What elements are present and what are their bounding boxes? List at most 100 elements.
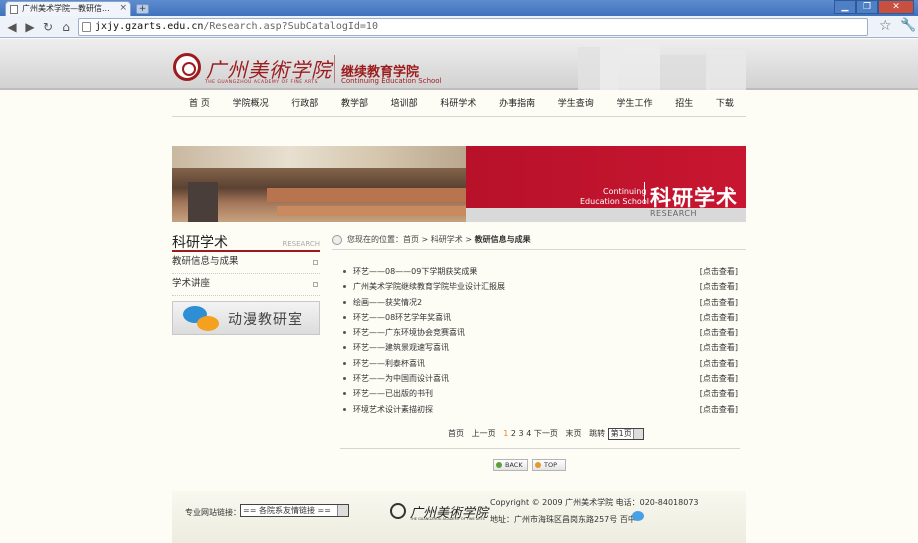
article-title[interactable]: 环艺——已出版的书刊 <box>353 386 433 401</box>
bullet-icon <box>343 377 346 381</box>
article-title[interactable]: 环艺——广东环境协会竞赛喜讯 <box>353 325 465 340</box>
stat-counter-icon[interactable] <box>632 511 644 521</box>
list-item[interactable]: 环艺——已出版的书刊 [点击查看] <box>340 386 740 401</box>
page-icon <box>82 22 91 32</box>
footer-address-text: 地址：广州市海珠区昌岗东路257号 <box>490 515 618 524</box>
breadcrumb: 您现在的位置：首页 > 科研学术 > 教研信息与成果 <box>332 232 746 250</box>
list-item[interactable]: 环艺——建筑景观速写喜讯 [点击查看] <box>340 340 740 355</box>
menu-item-student-query[interactable]: 学生查询 <box>558 93 594 115</box>
view-link[interactable]: [点击查看] <box>700 325 738 340</box>
site-footer: 专业网站链接： == 各院系友情链接 == 广州美術学院 THE GUANGZH… <box>172 491 746 543</box>
menu-item-student-work[interactable]: 学生工作 <box>616 93 652 115</box>
browser-chrome: 广州美术学院—教研信... × + ▁ ❐ ✕ ◀ ▶ ↻ ⌂ jxjy.gza… <box>0 0 918 38</box>
view-link[interactable]: [点击查看] <box>700 402 738 417</box>
list-item[interactable]: 环艺——广东环境协会竞赛喜讯 [点击查看] <box>340 325 740 340</box>
list-item[interactable]: 环艺——08环艺学年奖喜讯 [点击查看] <box>340 310 740 325</box>
view-link[interactable]: [点击查看] <box>700 310 738 325</box>
friend-links-select[interactable]: == 各院系友情链接 == <box>240 504 349 517</box>
list-item[interactable]: 广州美术学院继续教育学院毕业设计汇报展 [点击查看] <box>340 279 740 294</box>
animation-lab-button[interactable]: 动漫教研室 <box>172 301 320 335</box>
wrench-icon[interactable]: 🔧 <box>900 18 916 33</box>
view-link[interactable]: [点击查看] <box>700 340 738 355</box>
menu-item-download[interactable]: 下载 <box>716 93 734 115</box>
back-button[interactable]: BACK <box>493 459 528 471</box>
address-bar[interactable]: jxjy.gzarts.edu.cn/Research.asp?SubCatal… <box>78 18 868 36</box>
back-button-label: BACK <box>505 461 523 469</box>
menu-item-research[interactable]: 科研学术 <box>440 93 476 115</box>
banner-sub-strip: RESEARCH <box>466 208 746 222</box>
pager-last[interactable]: 末页 <box>565 429 581 438</box>
back-icon[interactable]: ◀ <box>4 19 20 35</box>
animation-lab-label: 动漫教研室 <box>228 312 303 328</box>
menu-item-admin[interactable]: 行政部 <box>291 93 318 115</box>
list-item[interactable]: 环艺——为中国而设计喜讯 [点击查看] <box>340 371 740 386</box>
sidebar-item-label: 教研信息与成果 <box>172 256 239 267</box>
classroom-photo <box>172 146 466 222</box>
bullet-icon <box>343 270 346 273</box>
pager-next[interactable]: 下一页 <box>534 429 558 438</box>
article-title[interactable]: 环艺——为中国而设计喜讯 <box>353 371 449 386</box>
view-link[interactable]: [点击查看] <box>700 371 738 386</box>
school-name-en: Continuing Education School <box>341 77 442 85</box>
page-select[interactable]: 第1页 <box>607 427 644 440</box>
list-item[interactable]: 绘画——获奖情况2 [点击查看] <box>340 295 740 310</box>
pager-prev[interactable]: 上一页 <box>472 429 496 438</box>
article-title[interactable]: 环艺——建筑景观速写喜讯 <box>353 340 449 355</box>
view-link[interactable]: [点击查看] <box>700 264 738 279</box>
article-title[interactable]: 环艺——利泰杯喜讯 <box>353 356 425 371</box>
forward-icon[interactable]: ▶ <box>22 19 38 35</box>
menu-item-guide[interactable]: 办事指南 <box>499 93 535 115</box>
pager-current: 1 <box>503 429 509 438</box>
article-title[interactable]: 环艺——08——09下学期获奖成果 <box>353 264 477 279</box>
bullet-icon <box>343 346 346 350</box>
expand-square-icon <box>313 282 318 287</box>
home-icon[interactable]: ⌂ <box>58 19 74 35</box>
sidebar-title: 科研学术 RESEARCH <box>172 232 320 252</box>
list-item[interactable]: 环艺——利泰杯喜讯 [点击查看] <box>340 356 740 371</box>
reload-icon[interactable]: ↻ <box>40 19 56 35</box>
view-link[interactable]: [点击查看] <box>700 356 738 371</box>
menu-item-admission[interactable]: 招生 <box>675 93 693 115</box>
banner-en-line1: Continuing <box>603 187 647 196</box>
bullet-icon <box>343 392 346 396</box>
sidebar-item-research-results[interactable]: 教研信息与成果 <box>172 252 320 274</box>
menu-item-home[interactable]: 首 页 <box>189 93 210 115</box>
list-item[interactable]: 环艺——08——09下学期获奖成果 [点击查看] <box>340 264 740 279</box>
view-link[interactable]: [点击查看] <box>700 386 738 401</box>
sidebar-item-lectures[interactable]: 学术讲座 <box>172 274 320 296</box>
article-title[interactable]: 广州美术学院继续教育学院毕业设计汇报展 <box>353 279 505 294</box>
article-title[interactable]: 环艺——08环艺学年奖喜讯 <box>353 310 451 325</box>
pager-pages[interactable]: 2 3 4 <box>511 429 531 438</box>
footer-address: 地址：广州市海珠区昌岗东路257号 百中 <box>490 514 636 525</box>
menu-item-teaching[interactable]: 教学部 <box>341 93 368 115</box>
menu-item-training[interactable]: 培训部 <box>391 93 418 115</box>
header-divider <box>334 55 335 83</box>
pager-jump-label: 跳转 <box>589 429 606 438</box>
web-page: 广州美術学院 THE GUANGZHOU ACADEMY OF FINE ART… <box>0 39 918 543</box>
section-banner: Continuing Education School 科研学术 RESEARC… <box>172 146 746 222</box>
sidebar-title-cn: 科研学术 <box>172 235 228 251</box>
top-button[interactable]: TOP <box>532 459 566 471</box>
article-title[interactable]: 环境艺术设计素描初探 <box>353 402 433 417</box>
footer-logo-english: THE GUANGZHOU ACADEMY OF FINE ARTS <box>410 517 485 521</box>
minimize-button[interactable]: ▁ <box>834 0 856 14</box>
pager-first[interactable]: 首页 <box>448 429 464 438</box>
breadcrumb-path[interactable]: 您现在的位置：首页 > 科研学术 > <box>347 235 475 244</box>
navigation-bar: ◀ ▶ ↻ ⌂ jxjy.gzarts.edu.cn/Research.asp?… <box>0 16 918 38</box>
academy-logo-english: THE GUANGZHOU ACADEMY OF FINE ARTS <box>205 80 319 85</box>
bookmark-star-icon[interactable]: ☆ <box>879 18 892 34</box>
bullet-icon <box>343 315 346 319</box>
new-tab-button[interactable]: + <box>136 4 149 14</box>
menu-item-about[interactable]: 学院概况 <box>233 93 269 115</box>
window-controls: ▁ ❐ ✕ <box>834 0 914 14</box>
back-arrow-icon <box>496 462 502 468</box>
view-link[interactable]: [点击查看] <box>700 279 738 294</box>
tab-close-icon[interactable]: × <box>119 2 127 15</box>
view-link[interactable]: [点击查看] <box>700 295 738 310</box>
close-window-button[interactable]: ✕ <box>878 0 914 14</box>
browser-tab[interactable]: 广州美术学院—教研信... × <box>5 1 131 16</box>
list-item[interactable]: 环境艺术设计素描初探 [点击查看] <box>340 402 740 417</box>
article-title[interactable]: 绘画——获奖情况2 <box>353 295 422 310</box>
url-host: jxjy.gzarts.edu.cn <box>95 21 204 32</box>
maximize-button[interactable]: ❐ <box>856 0 878 14</box>
